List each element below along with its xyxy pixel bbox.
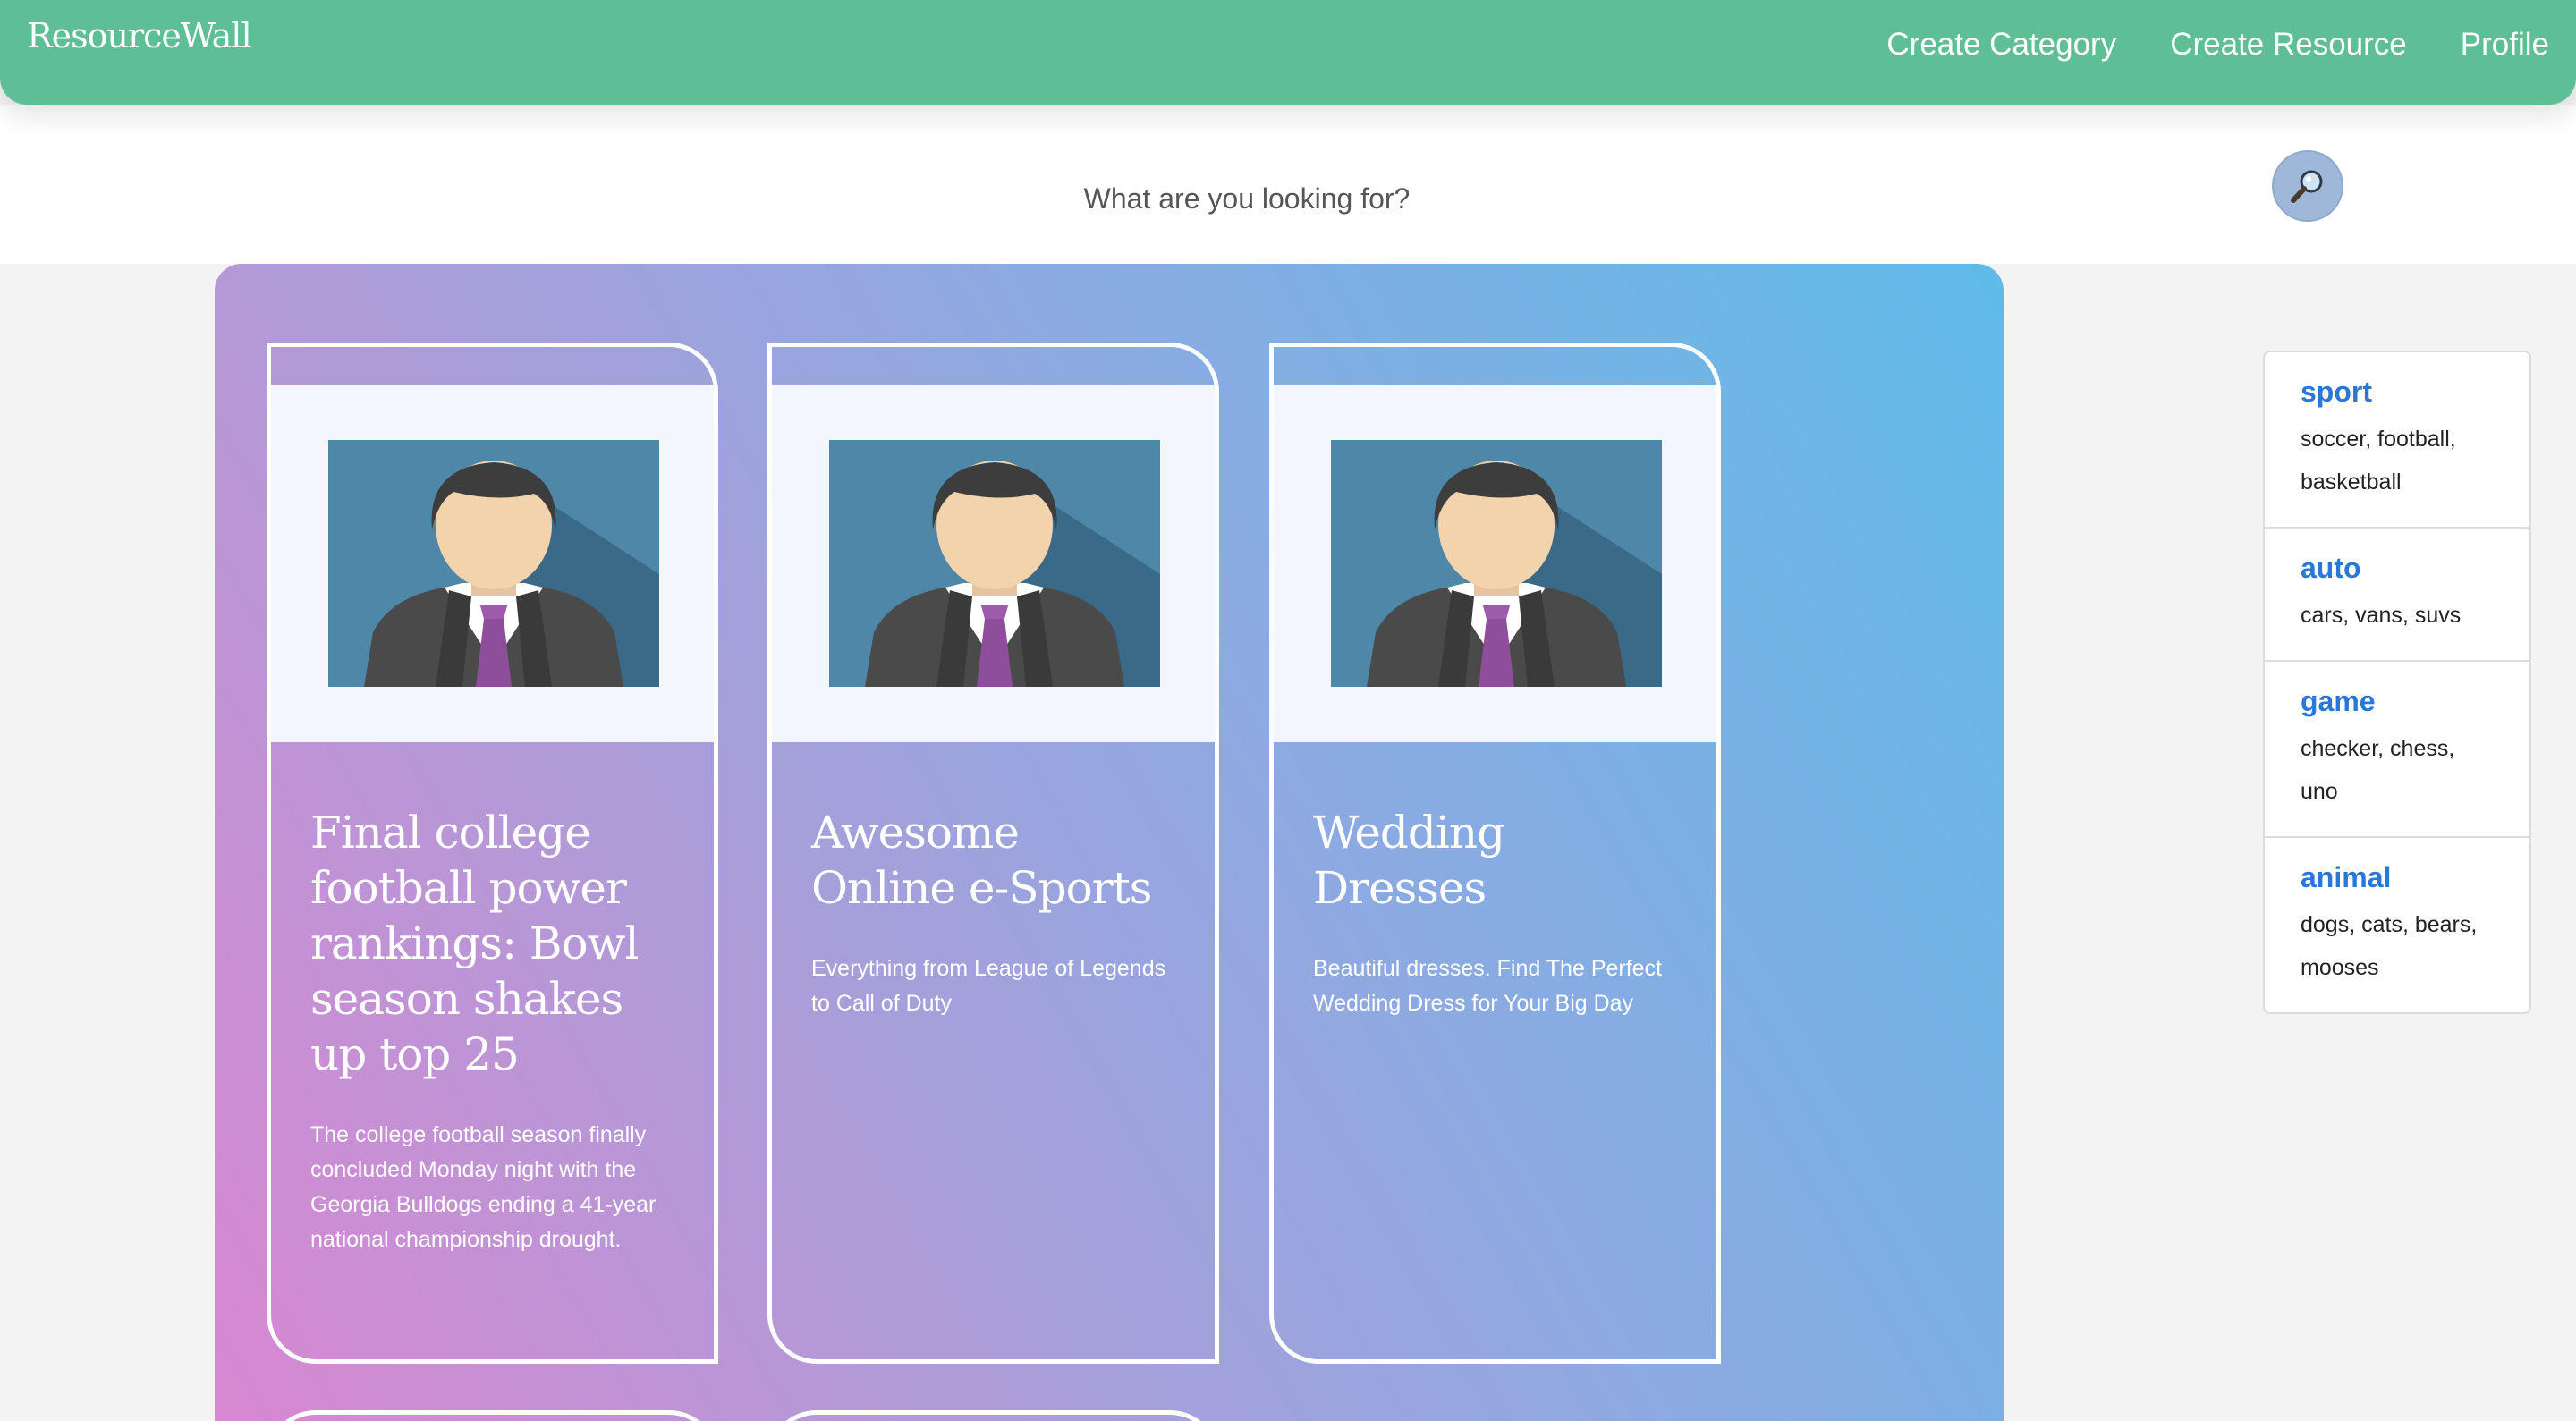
resource-card-partial[interactable] bbox=[767, 1410, 1219, 1421]
card-top-strip bbox=[1274, 347, 1716, 385]
card-body: Final college football power rankings: B… bbox=[271, 742, 714, 1257]
businessman-avatar-icon bbox=[328, 440, 659, 687]
resource-card-partial[interactable] bbox=[267, 1410, 718, 1421]
card-body: Wedding Dresses Beautiful dresses. Find … bbox=[1274, 742, 1716, 1021]
card-description: Beautiful dresses. Find The Perfect Wedd… bbox=[1313, 956, 1663, 1016]
category-link[interactable]: game bbox=[2301, 685, 2494, 718]
card-image-area bbox=[772, 385, 1215, 742]
search-band bbox=[0, 105, 2576, 264]
nav-links: Create Category Create Resource Profile bbox=[1886, 27, 2549, 63]
card-image-area bbox=[1274, 385, 1716, 742]
card-title[interactable]: Final college football power rankings: B… bbox=[310, 805, 674, 1082]
search-button[interactable] bbox=[2272, 150, 2343, 222]
card-top-strip bbox=[772, 347, 1215, 385]
category-item-animal: animal dogs, cats, bears, mooses bbox=[2265, 838, 2529, 1012]
category-list: sport soccer, football, basketball auto … bbox=[2263, 351, 2531, 1014]
card-top-strip bbox=[271, 347, 714, 385]
businessman-avatar-icon bbox=[1331, 440, 1662, 687]
resource-card[interactable]: Wedding Dresses Beautiful dresses. Find … bbox=[1269, 343, 1721, 1364]
category-tags: checker, chess, uno bbox=[2301, 736, 2455, 804]
card-title[interactable]: Awesome Online e-Sports bbox=[811, 805, 1175, 916]
resource-card[interactable]: Awesome Online e-Sports Everything from … bbox=[767, 343, 1219, 1364]
card-description: The college football season finally conc… bbox=[310, 1122, 657, 1252]
category-link[interactable]: sport bbox=[2301, 376, 2494, 409]
card-description: Everything from League of Legends to Cal… bbox=[811, 956, 1166, 1016]
resource-card[interactable]: Final college football power rankings: B… bbox=[267, 343, 718, 1364]
category-link[interactable]: auto bbox=[2301, 552, 2494, 585]
category-item-sport: sport soccer, football, basketball bbox=[2265, 352, 2529, 529]
category-item-auto: auto cars, vans, suvs bbox=[2265, 529, 2529, 662]
magnifier-icon bbox=[2291, 170, 2323, 203]
category-item-game: game checker, chess, uno bbox=[2265, 662, 2529, 838]
category-tags: cars, vans, suvs bbox=[2301, 603, 2462, 628]
businessman-avatar-icon bbox=[829, 440, 1160, 687]
nav-profile-link[interactable]: Profile bbox=[2461, 27, 2549, 63]
card-image-area bbox=[271, 385, 714, 742]
resource-panel: Final college football power rankings: B… bbox=[215, 264, 2004, 1421]
search-input[interactable] bbox=[150, 149, 2343, 248]
brand-logo[interactable]: ResourceWall bbox=[27, 16, 252, 55]
category-tags: soccer, football, basketball bbox=[2301, 427, 2456, 495]
card-body: Awesome Online e-Sports Everything from … bbox=[772, 742, 1215, 1021]
category-tags: dogs, cats, bears, mooses bbox=[2301, 912, 2478, 980]
nav-create-resource-link[interactable]: Create Resource bbox=[2170, 27, 2407, 63]
category-link[interactable]: animal bbox=[2301, 861, 2494, 894]
navbar: ResourceWall Create Category Create Reso… bbox=[0, 0, 2576, 105]
card-title[interactable]: Wedding Dresses bbox=[1313, 805, 1677, 916]
nav-create-category-link[interactable]: Create Category bbox=[1886, 27, 2116, 63]
